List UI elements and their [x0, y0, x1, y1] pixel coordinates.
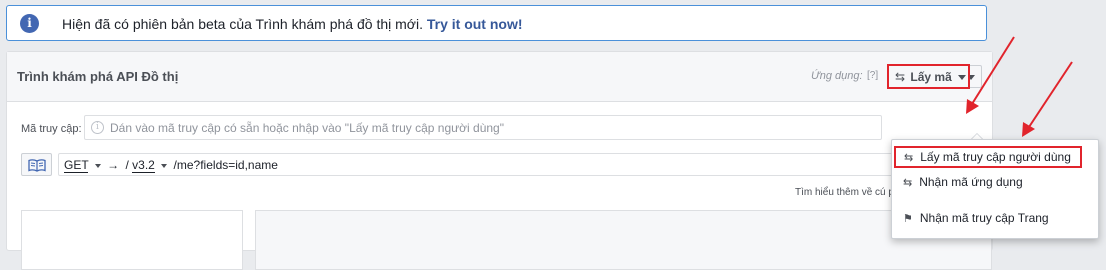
beta-banner: i Hiện đã có phiên bản beta của Trình kh… [6, 5, 987, 41]
field-tree-panel [21, 210, 243, 270]
menu-item-label: Lấy mã truy cập người dùng [920, 150, 1071, 164]
menu-item-get-app-token[interactable]: ⇆ Nhận mã ứng dụng [892, 171, 1098, 193]
graph-explorer-panel: Trình khám phá API Đồ thị Ứng dụng: [?] … [6, 51, 993, 270]
learn-more-link[interactable]: Tìm hiểu thêm về cú p [795, 187, 894, 198]
swap-icon: ⇆ [904, 152, 914, 164]
annotation-arrow [1028, 61, 1073, 128]
page-title: Trình khám phá API Đồ thị [17, 69, 179, 84]
panel-header: Trình khám phá API Đồ thị Ứng dụng: [?] … [7, 52, 992, 102]
graph-query-bar[interactable]: GET → / v3.2 /me?fields=id,name [58, 153, 988, 176]
try-it-link[interactable]: Try it out now! [427, 16, 523, 32]
get-token-menu: ⇆ Lấy mã truy cập người dùng ⇆ Nhận mã ứng… [891, 139, 1099, 239]
get-token-button[interactable]: ⇆ Lấy mã [887, 64, 970, 89]
access-token-input[interactable]: i Dán vào mã truy cập có sẵn hoặc nhập v… [84, 115, 882, 140]
banner-text: Hiện đã có phiên bản beta của Trình khám… [62, 16, 423, 32]
chevron-down-icon [958, 75, 967, 81]
access-token-placeholder: Dán vào mã truy cập có sẵn hoặc nhập vào… [110, 121, 504, 135]
swap-icon: ⇆ [895, 70, 906, 84]
book-icon-button[interactable] [21, 153, 52, 176]
app-label: Ứng dụng: [811, 70, 863, 82]
menu-item-label: Nhận mã truy cập Trang [919, 211, 1049, 225]
path-slash: / [125, 158, 129, 172]
flag-icon: ⚑ [903, 213, 913, 225]
response-panel [255, 210, 992, 270]
menu-item-get-user-token[interactable]: ⇆ Lấy mã truy cập người dùng [894, 146, 1082, 168]
chevron-down-icon [94, 163, 101, 168]
method-select[interactable]: GET [64, 158, 89, 173]
menu-item-label: Nhận mã ứng dụng [919, 175, 1023, 189]
book-icon [27, 159, 46, 172]
access-token-label: Mã truy cập: [21, 123, 82, 135]
version-select[interactable]: v3.2 [132, 158, 155, 173]
query-path-input[interactable]: /me?fields=id,name [174, 158, 278, 172]
chevron-down-icon [161, 163, 168, 168]
annotation-arrowhead [1022, 122, 1035, 137]
banner-message: Hiện đã có phiên bản beta của Trình khám… [62, 16, 523, 32]
get-token-label: Lấy mã [910, 70, 952, 84]
menu-item-get-page-token[interactable]: ⚑ Nhận mã truy cập Trang [892, 207, 1098, 229]
info-icon: i [20, 14, 39, 33]
swap-icon: ⇆ [903, 177, 913, 189]
info-circle-icon: i [91, 121, 104, 134]
arrow-icon: → [107, 158, 120, 172]
app-help-link[interactable]: [?] [867, 70, 878, 81]
